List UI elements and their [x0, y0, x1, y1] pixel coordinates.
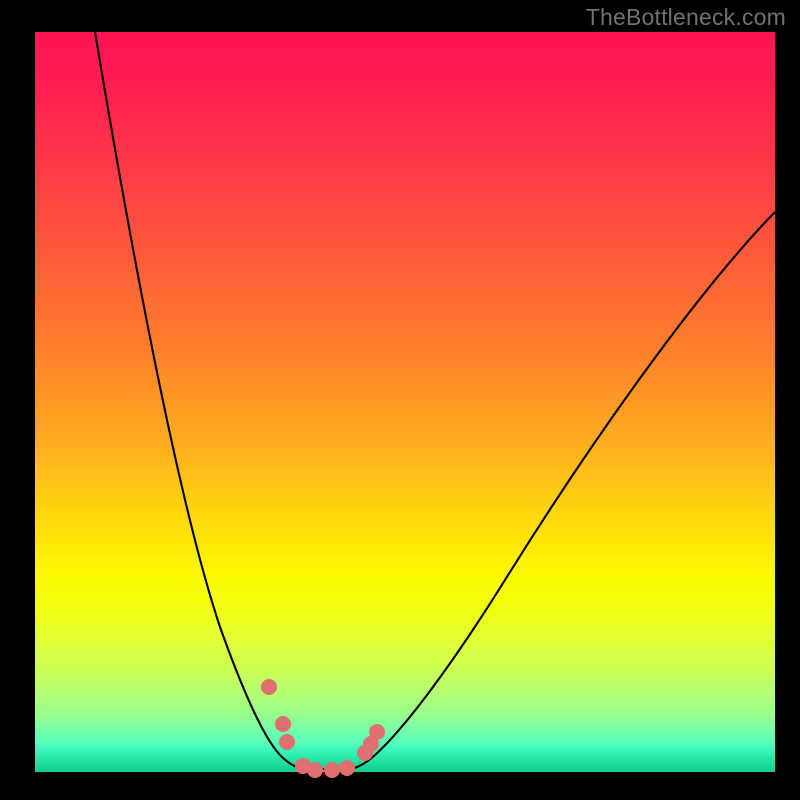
data-point	[324, 762, 340, 778]
watermark-text: TheBottleneck.com	[586, 4, 786, 31]
plot-area	[35, 32, 775, 772]
data-point	[261, 679, 277, 695]
curve-left	[95, 32, 303, 769]
chart-frame: TheBottleneck.com	[0, 0, 800, 800]
data-point	[307, 762, 323, 778]
data-point	[369, 724, 385, 740]
data-point	[275, 716, 291, 732]
bottleneck-curve	[35, 32, 775, 772]
data-point	[279, 734, 295, 750]
data-points	[261, 679, 385, 778]
curve-right	[350, 212, 775, 769]
data-point	[339, 760, 355, 776]
